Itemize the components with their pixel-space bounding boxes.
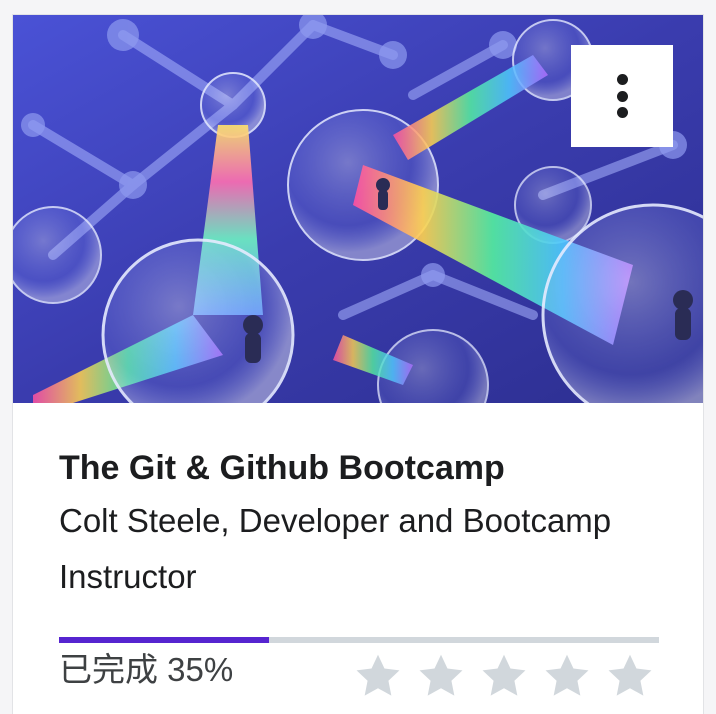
progress-label: 已完成 35%: [59, 651, 234, 688]
course-card[interactable]: The Git & Github Bootcamp Colt Steele, D…: [12, 14, 704, 714]
star-icon[interactable]: [479, 651, 529, 701]
rating-stars[interactable]: [353, 651, 655, 701]
course-title[interactable]: The Git & Github Bootcamp: [59, 445, 669, 491]
progress-bar: [59, 637, 659, 643]
more-options-button[interactable]: [571, 45, 673, 147]
course-thumbnail[interactable]: [13, 15, 703, 403]
star-icon[interactable]: [416, 651, 466, 701]
star-icon[interactable]: [605, 651, 655, 701]
star-icon[interactable]: [542, 651, 592, 701]
progress-bar-fill: [59, 637, 269, 643]
more-vertical-icon: [616, 74, 628, 118]
course-instructor: Colt Steele, Developer and Bootcamp Inst…: [59, 502, 612, 595]
course-info: The Git & Github Bootcamp Colt Steele, D…: [59, 445, 669, 605]
star-icon[interactable]: [353, 651, 403, 701]
